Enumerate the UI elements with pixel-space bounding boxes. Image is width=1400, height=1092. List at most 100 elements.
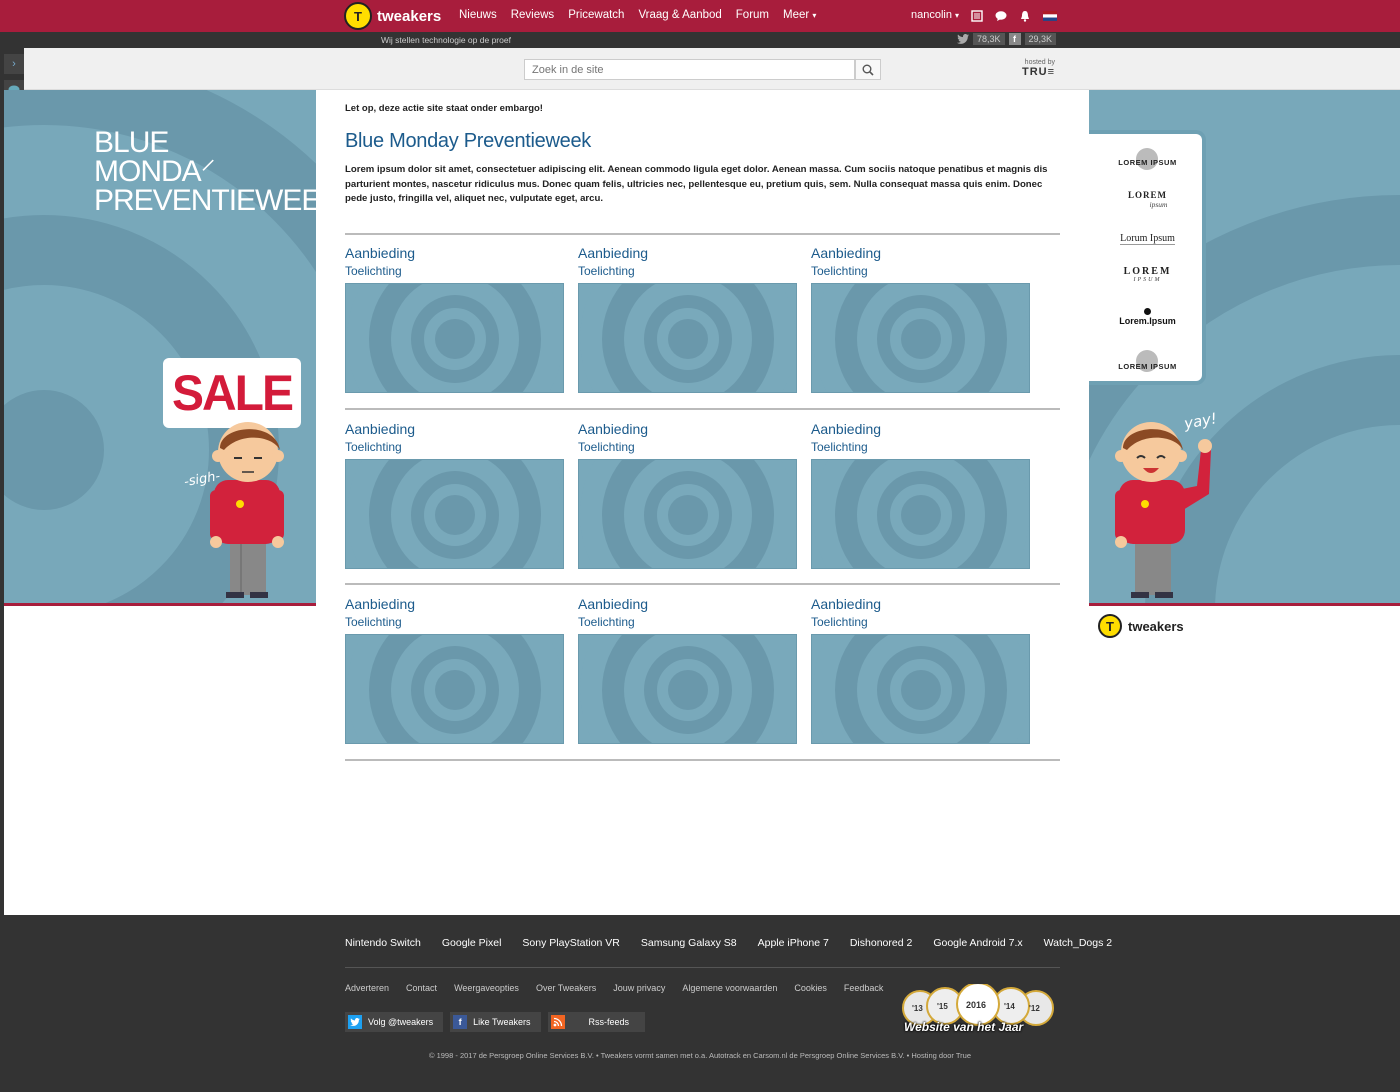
- offer-card[interactable]: Aanbieding Toelichting: [811, 596, 1031, 744]
- footer-link-privacy[interactable]: Jouw privacy: [613, 983, 665, 993]
- offer-image[interactable]: [578, 283, 797, 393]
- twitter-count: 78,3K: [973, 33, 1005, 45]
- search-icon: [862, 64, 874, 76]
- offer-card[interactable]: Aanbieding Toelichting: [811, 245, 1031, 393]
- divider: [345, 759, 1060, 761]
- footer-link-contact[interactable]: Contact: [406, 983, 437, 993]
- offer-card[interactable]: Aanbieding Toelichting: [345, 421, 565, 569]
- banner-title: BLUE MONDA⸍ PREVENTIEWEEK: [94, 126, 316, 217]
- footer-tag[interactable]: Sony PlayStation VR: [522, 937, 619, 949]
- list-icon[interactable]: [971, 9, 983, 22]
- nav-item-meer[interactable]: Meer ▾: [783, 9, 816, 21]
- offer-title[interactable]: Aanbieding: [811, 596, 1031, 612]
- follow-twitter-button[interactable]: Volg @tweakers: [345, 1012, 444, 1032]
- offer-image[interactable]: [811, 283, 1030, 393]
- offer-card[interactable]: Aanbieding Toelichting: [578, 596, 798, 744]
- divider: [345, 408, 1060, 410]
- footer-link-weergaveopties[interactable]: Weergaveopties: [454, 983, 519, 993]
- target-rings-placeholder: [580, 284, 796, 392]
- hosted-by[interactable]: hosted by TRU≡: [1022, 59, 1055, 78]
- offer-title[interactable]: Aanbieding: [345, 421, 565, 437]
- footer-link-adverteren[interactable]: Adverteren: [345, 983, 389, 993]
- search-button[interactable]: [855, 59, 881, 80]
- sponsor-logo-5[interactable]: Lorem.Ipsum: [1089, 308, 1206, 326]
- bell-icon[interactable]: [1019, 9, 1031, 22]
- offer-card[interactable]: Aanbieding Toelichting: [811, 421, 1031, 569]
- right-banner[interactable]: LOREM IPSUM LOREM ipsum Lorum Ipsum LORE…: [1089, 90, 1400, 606]
- offer-image[interactable]: [811, 459, 1030, 569]
- offer-image[interactable]: [578, 634, 797, 744]
- nav-item-nieuws[interactable]: Nieuws: [459, 9, 497, 21]
- twitter-icon[interactable]: [957, 33, 969, 45]
- sponsor-logo-1[interactable]: LOREM IPSUM: [1089, 148, 1206, 170]
- offer-title[interactable]: Aanbieding: [578, 596, 798, 612]
- sponsor-logo-3[interactable]: Lorum Ipsum: [1089, 228, 1206, 246]
- offer-title[interactable]: Aanbieding: [578, 245, 798, 261]
- nav-item-forum[interactable]: Forum: [736, 9, 769, 21]
- offer-card[interactable]: Aanbieding Toelichting: [578, 245, 798, 393]
- user-menu[interactable]: nancolin ▾: [911, 9, 959, 21]
- twitter-icon: [348, 1015, 362, 1029]
- hosted-by-label: hosted by: [1024, 59, 1056, 66]
- offer-image[interactable]: [345, 459, 564, 569]
- offer-image[interactable]: [578, 459, 797, 569]
- footer-link-feedback[interactable]: Feedback: [844, 983, 884, 993]
- offer-subtitle: Toelichting: [578, 440, 635, 454]
- nav-item-reviews[interactable]: Reviews: [511, 9, 554, 21]
- offer-title[interactable]: Aanbieding: [578, 421, 798, 437]
- offer-title[interactable]: Aanbieding: [345, 596, 565, 612]
- offer-title[interactable]: Aanbieding: [811, 421, 1031, 437]
- footer-tag[interactable]: Google Android 7.x: [933, 937, 1022, 949]
- page-title: Blue Monday Preventieweek: [345, 130, 591, 152]
- search-input[interactable]: [524, 59, 855, 80]
- offer-image[interactable]: [811, 634, 1030, 744]
- offer-subtitle: Toelichting: [811, 264, 868, 278]
- sidebar-expand-icon[interactable]: ›: [4, 54, 24, 74]
- nav-item-pricewatch[interactable]: Pricewatch: [568, 9, 624, 21]
- footer-link-cookies[interactable]: Cookies: [794, 983, 827, 993]
- website-van-het-jaar-award[interactable]: '13 '15 2016 '14 '12 Website van het Jaa…: [900, 984, 1058, 1038]
- offer-subtitle: Toelichting: [345, 440, 402, 454]
- offer-title[interactable]: Aanbieding: [345, 245, 565, 261]
- offer-card[interactable]: Aanbieding Toelichting: [345, 245, 565, 393]
- footer-tag[interactable]: Watch_Dogs 2: [1044, 937, 1112, 949]
- sponsor-logo-2[interactable]: LOREM ipsum: [1089, 190, 1206, 209]
- footer-tag[interactable]: Google Pixel: [442, 937, 502, 949]
- nav-item-vraag-aanbod[interactable]: Vraag & Aanbod: [638, 9, 721, 21]
- embargo-notice: Let op, deze actie site staat onder emba…: [345, 103, 543, 114]
- rss-button[interactable]: Rss-feeds: [547, 1012, 646, 1032]
- sponsor-logo-4[interactable]: LOREM IPSUM: [1089, 266, 1206, 283]
- true-logo: TRU≡: [1022, 66, 1056, 78]
- footer-link-voorwaarden[interactable]: Algemene voorwaarden: [682, 983, 777, 993]
- offer-image[interactable]: [345, 283, 564, 393]
- like-facebook-button[interactable]: f Like Tweakers: [450, 1012, 541, 1032]
- logo-circle-icon: T: [344, 2, 372, 30]
- footer-tag[interactable]: Dishonored 2: [850, 937, 912, 949]
- rss-icon: [550, 1015, 565, 1029]
- tweakers-banner-logo[interactable]: T tweakers: [1098, 614, 1184, 638]
- facebook-icon[interactable]: f: [1008, 33, 1021, 45]
- offer-subtitle: Toelichting: [578, 615, 635, 629]
- target-rings-placeholder: [580, 460, 796, 568]
- left-banner[interactable]: BLUE MONDA⸍ PREVENTIEWEEK SALE -sigh-: [4, 90, 316, 606]
- offer-subtitle: Toelichting: [811, 440, 868, 454]
- target-rings-placeholder: [347, 635, 563, 743]
- footer-tag[interactable]: Samsung Galaxy S8: [641, 937, 737, 949]
- nav-meer-label: Meer: [783, 9, 810, 21]
- footer-tag[interactable]: Nintendo Switch: [345, 937, 421, 949]
- tagline: Wij stellen technologie op de proef: [381, 35, 511, 45]
- flag-icon[interactable]: [1043, 9, 1058, 21]
- chat-icon[interactable]: [995, 9, 1007, 21]
- offer-card[interactable]: Aanbieding Toelichting: [578, 421, 798, 569]
- offer-card[interactable]: Aanbieding Toelichting: [345, 596, 565, 744]
- user-bar: nancolin ▾: [911, 9, 1058, 22]
- offer-title[interactable]: Aanbieding: [811, 245, 1031, 261]
- sponsor-logo-6[interactable]: LOREM IPSUM: [1089, 350, 1206, 374]
- offer-image[interactable]: [345, 634, 564, 744]
- footer-tag[interactable]: Apple iPhone 7: [758, 937, 829, 949]
- footer-link-over-tweakers[interactable]: Over Tweakers: [536, 983, 596, 993]
- sale-sign: SALE: [163, 358, 301, 428]
- tweakers-logo[interactable]: T tweakers: [344, 2, 441, 30]
- main-nav: Nieuws Reviews Pricewatch Vraag & Aanbod…: [459, 9, 816, 21]
- target-rings-placeholder: [813, 284, 1029, 392]
